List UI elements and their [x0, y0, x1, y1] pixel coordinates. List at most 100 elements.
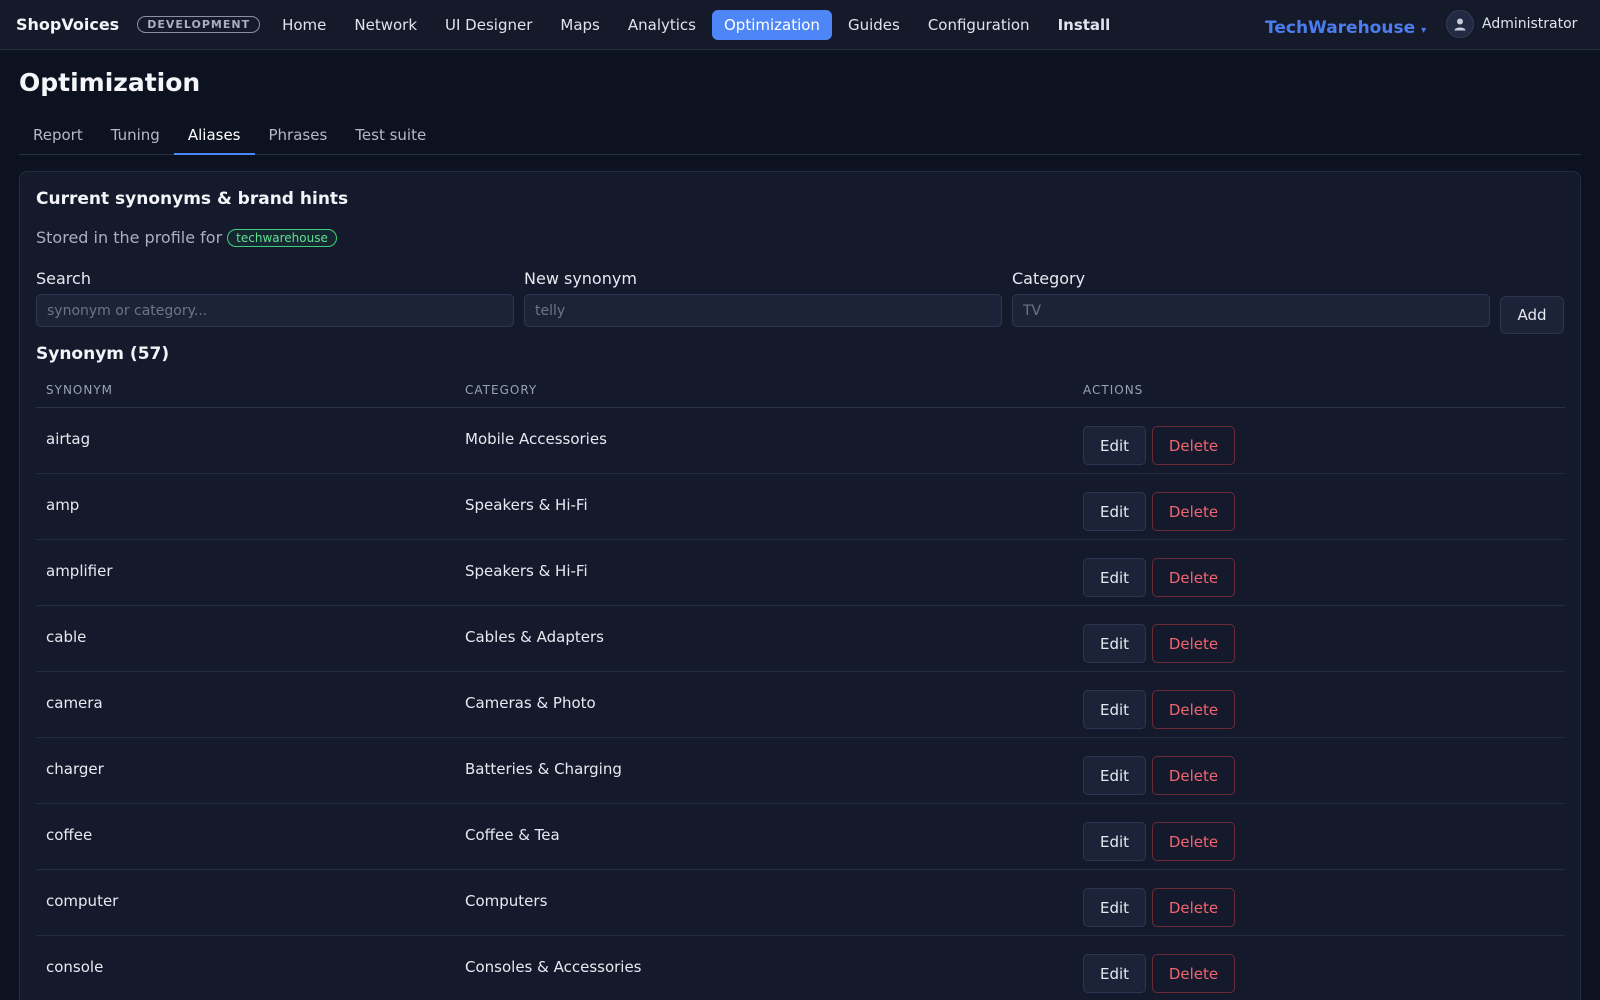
new-synonym-input[interactable] — [524, 294, 1002, 327]
nav-item-home[interactable]: Home — [270, 10, 338, 40]
edit-button[interactable]: Edit — [1083, 822, 1146, 861]
actions-cell: Edit Delete — [1083, 954, 1235, 993]
category-cell: Consoles & Accessories — [465, 958, 642, 976]
table-row: amp Speakers & Hi-Fi Edit Delete — [36, 474, 1565, 540]
synonym-cell: computer — [46, 892, 119, 910]
top-navigation-bar: ShopVoices DEVELOPMENT Home Network UI Des… — [0, 0, 1600, 50]
profile-badge: techwarehouse — [227, 228, 337, 247]
user-icon — [1446, 10, 1474, 38]
new-synonym-label: New synonym — [524, 269, 637, 288]
delete-button[interactable]: Delete — [1152, 426, 1235, 465]
delete-button[interactable]: Delete — [1152, 624, 1235, 663]
header-category[interactable]: CATEGORY — [465, 383, 537, 397]
synonym-cell: airtag — [46, 430, 91, 448]
delete-button[interactable]: Delete — [1152, 822, 1235, 861]
table-row: coffee Coffee & Tea Edit Delete — [36, 804, 1565, 870]
synonyms-card: Current synonyms & brand hints Stored in… — [19, 171, 1581, 1000]
table-row: cable Cables & Adapters Edit Delete — [36, 606, 1565, 672]
tab-bar: Report Tuning Aliases Phrases Test suite — [19, 118, 1581, 155]
synonym-cell: console — [46, 958, 104, 976]
table-row: charger Batteries & Charging Edit Delete — [36, 738, 1565, 804]
nav-item-guides[interactable]: Guides — [836, 10, 912, 40]
actions-cell: Edit Delete — [1083, 492, 1235, 531]
nav-item-configuration[interactable]: Configuration — [916, 10, 1042, 40]
nav-item-install[interactable]: Install — [1046, 10, 1123, 40]
delete-button[interactable]: Delete — [1152, 954, 1235, 993]
edit-button[interactable]: Edit — [1083, 756, 1146, 795]
actions-cell: Edit Delete — [1083, 822, 1235, 861]
synonym-cell: coffee — [46, 826, 93, 844]
category-label: Category — [1012, 269, 1086, 288]
category-cell: Mobile Accessories — [465, 430, 607, 448]
table-body: airtag Mobile Accessories Edit Delete amp Spe… — [36, 408, 1565, 1000]
environment-badge: DEVELOPMENT — [137, 16, 261, 33]
category-input[interactable] — [1012, 294, 1490, 327]
actions-cell: Edit Delete — [1083, 690, 1235, 729]
table-row: airtag Mobile Accessories Edit Delete — [36, 408, 1565, 474]
nav-item-optimization[interactable]: Optimization — [711, 9, 832, 40]
header-actions: ACTIONS — [1083, 382, 1144, 397]
actions-cell: Edit Delete — [1083, 624, 1235, 663]
delete-button[interactable]: Delete — [1152, 558, 1235, 597]
add-synonym-button[interactable]: Add — [1500, 296, 1564, 334]
synonym-table: SYNONYM CATEGORY ACTIONS airtag Mobile Ac… — [36, 372, 1565, 1000]
category-cell: Cameras & Photo — [465, 694, 596, 712]
store-switcher[interactable]: TechWarehouse ▾ — [1265, 18, 1426, 38]
edit-button[interactable]: Edit — [1083, 954, 1146, 993]
edit-button[interactable]: Edit — [1083, 888, 1146, 927]
delete-button[interactable]: Delete — [1152, 756, 1235, 795]
category-cell: Computers — [465, 892, 548, 910]
table-header: SYNONYM CATEGORY ACTIONS — [36, 372, 1565, 408]
table-row: computer Computers Edit Delete — [36, 870, 1565, 936]
tab-aliases[interactable]: Aliases — [173, 118, 255, 155]
user-menu[interactable]: Administrator — [1446, 10, 1577, 38]
main-nav: Home Network UI Designer Maps Analytics Optim… — [268, 9, 1124, 40]
synonym-cell: amp — [46, 496, 80, 514]
actions-cell: Edit Delete — [1083, 426, 1235, 465]
synonym-cell: amplifier — [46, 562, 113, 580]
category-cell: Speakers & Hi-Fi — [465, 496, 588, 514]
actions-cell: Edit Delete — [1083, 888, 1235, 927]
search-input[interactable] — [36, 294, 514, 327]
nav-item-ui-designer[interactable]: UI Designer — [433, 10, 544, 40]
category-cell: Speakers & Hi-Fi — [465, 562, 588, 580]
edit-button[interactable]: Edit — [1083, 624, 1146, 663]
synonym-cell: cable — [46, 628, 87, 646]
category-field: Category — [1012, 269, 1490, 327]
new-synonym-field: New synonym — [524, 269, 1002, 327]
edit-button[interactable]: Edit — [1083, 426, 1146, 465]
app-brand[interactable]: ShopVoices — [16, 15, 119, 34]
table-row: console Consoles & Accessories Edit Delete — [36, 936, 1565, 1000]
search-label: Search — [36, 269, 91, 288]
category-cell: Batteries & Charging — [465, 760, 622, 778]
store-name: TechWarehouse — [1265, 18, 1416, 38]
delete-button[interactable]: Delete — [1152, 690, 1235, 729]
tab-test-suite[interactable]: Test suite — [341, 118, 440, 155]
card-title: Current synonyms & brand hints — [36, 189, 349, 209]
tab-phrases[interactable]: Phrases — [255, 118, 342, 155]
category-cell: Coffee & Tea — [465, 826, 560, 844]
edit-button[interactable]: Edit — [1083, 558, 1146, 597]
user-name: Administrator — [1482, 16, 1578, 32]
tab-report[interactable]: Report — [19, 118, 97, 155]
actions-cell: Edit Delete — [1083, 558, 1235, 597]
header-synonym[interactable]: SYNONYM — [46, 383, 113, 397]
nav-item-analytics[interactable]: Analytics — [616, 10, 708, 40]
delete-button[interactable]: Delete — [1152, 492, 1235, 531]
nav-item-network[interactable]: Network — [342, 10, 429, 40]
category-cell: Cables & Adapters — [465, 628, 604, 646]
stored-text: Stored in the profile for — [36, 228, 223, 247]
edit-button[interactable]: Edit — [1083, 492, 1146, 531]
tab-tuning[interactable]: Tuning — [97, 118, 174, 155]
synonym-cell: charger — [46, 760, 104, 778]
synonym-cell: camera — [46, 694, 103, 712]
chevron-down-icon: ▾ — [1421, 24, 1427, 36]
nav-item-maps[interactable]: Maps — [548, 10, 611, 40]
delete-button[interactable]: Delete — [1152, 888, 1235, 927]
synonym-count-title: Synonym (57) — [36, 344, 170, 364]
page-title: Optimization — [19, 68, 201, 97]
stored-profile-note: Stored in the profile for techwarehouse — [36, 228, 337, 247]
search-field: Search — [36, 269, 514, 327]
edit-button[interactable]: Edit — [1083, 690, 1146, 729]
table-row: camera Cameras & Photo Edit Delete — [36, 672, 1565, 738]
